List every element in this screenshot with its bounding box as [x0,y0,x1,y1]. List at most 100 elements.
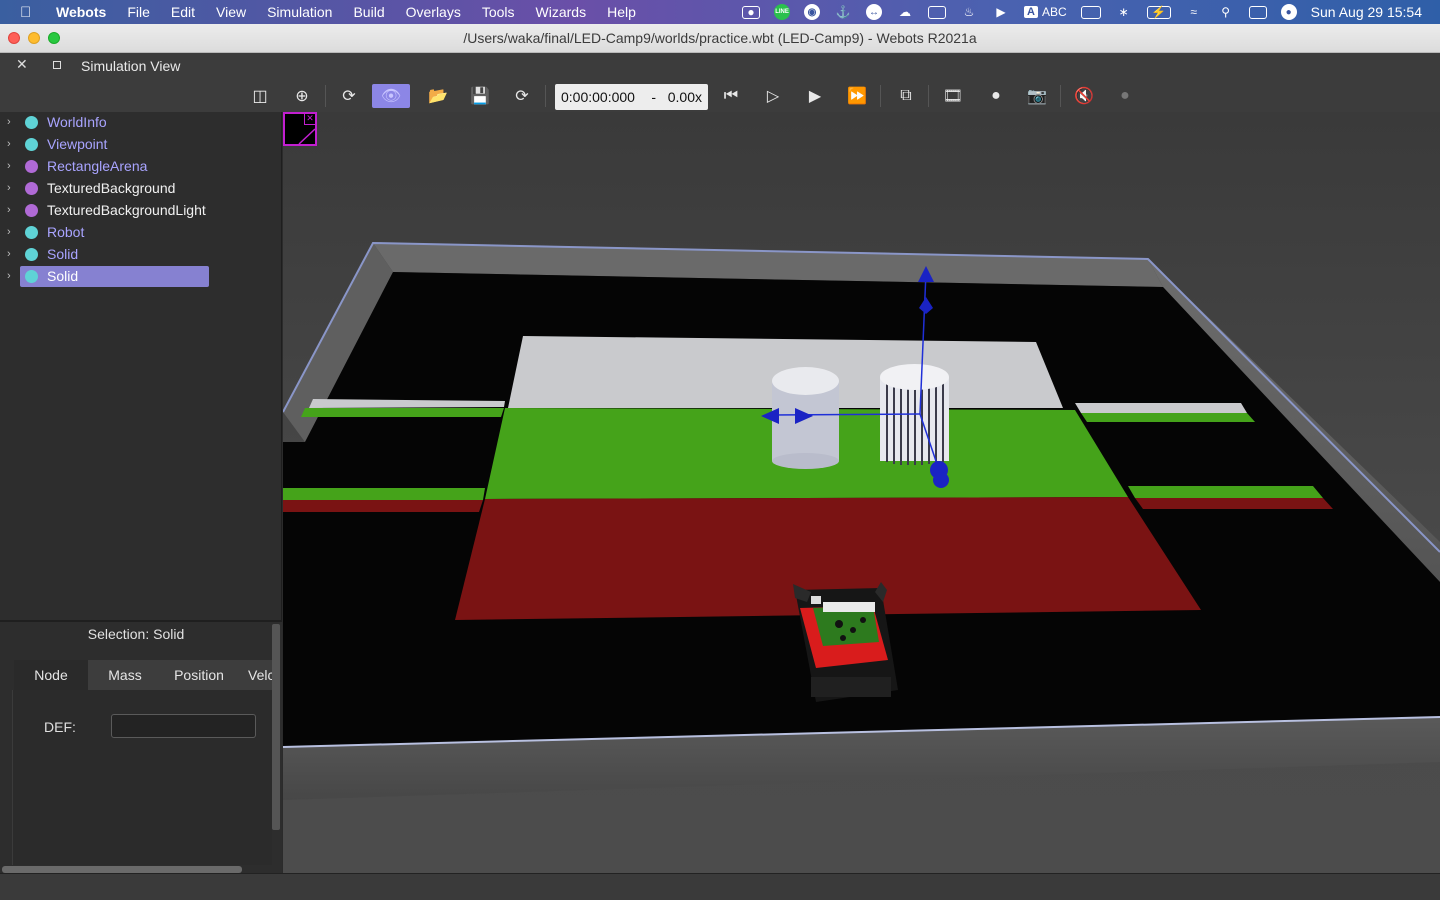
play-icon[interactable]: ▶ [992,5,1010,19]
scene-tree-item[interactable]: › Solid [0,244,282,265]
toolbar-separator [928,85,929,107]
record-movie-icon[interactable]: 🎞 [940,84,966,108]
menu-overlays[interactable]: Overlays [406,4,461,20]
scene-tree-item-label: Viewpoint [47,136,108,152]
left-green-line [301,408,504,417]
editor-horizontal-scrollbar[interactable] [2,866,242,873]
line-icon[interactable]: LINE [774,4,791,20]
left-green-line-lower [283,488,485,500]
mute-sound-icon[interactable]: 🔇 [1071,84,1097,108]
zoom-icon[interactable]: ● [742,5,761,19]
status-bar [0,873,1440,900]
battery-icon[interactable]: ⚡ [1146,5,1171,19]
node-dot-icon [25,138,38,151]
node-dot-icon [25,160,38,173]
scene-tree-item[interactable]: › RectangleArena [0,156,282,177]
tab-velocity[interactable]: Velc [236,660,272,690]
record-indicator-icon[interactable]: ● [1112,84,1138,108]
speed-value: 0.00x [667,89,702,105]
record-animation-icon[interactable]: ● [983,84,1009,108]
tab-mass[interactable]: Mass [88,660,162,690]
memory-icon[interactable] [1080,5,1101,19]
apple-menu-icon[interactable]:  [20,4,40,21]
right-red-line [1135,498,1333,509]
3d-scene [283,241,1440,800]
tab-position[interactable]: Position [162,660,236,690]
dock-title: Simulation View [81,58,181,74]
right-green-line-lower [1128,486,1323,498]
reset-viewpoint-icon[interactable]: ⟳ [336,84,362,108]
scene-tree-item[interactable]: › WorldInfo [0,112,282,133]
wifi-icon[interactable]: ≈ [1185,5,1203,19]
add-node-icon[interactable]: ⊕ [289,84,315,108]
def-input[interactable] [111,714,256,738]
menu-build[interactable]: Build [353,4,384,20]
menu-view[interactable]: View [216,4,246,20]
menu-wizards[interactable]: Wizards [536,4,587,20]
scene-tree-item[interactable]: › Robot [0,222,282,243]
timer-icon[interactable]: ◉ [804,4,821,20]
editor-vertical-scrollbar[interactable] [272,624,280,830]
simulation-time: 0:00:00:000 [561,89,635,105]
right-gray-line [1075,403,1247,413]
bluetooth-off-icon[interactable]: ∗ [1115,5,1133,19]
cloud-icon[interactable]: ☁ [896,5,914,19]
expand-chevron-icon[interactable]: › [7,112,11,133]
menu-help[interactable]: Help [607,4,636,20]
spotlight-search-icon[interactable]: ⚲ [1217,5,1235,19]
expand-chevron-icon[interactable]: › [7,244,11,265]
fast-forward-icon[interactable]: ⏩ [844,84,870,108]
window-title-bar: /Users/waka/final/LED-Camp9/worlds/pract… [0,24,1440,53]
expand-chevron-icon[interactable]: › [7,178,11,199]
camera-overlay[interactable]: ✕ [283,112,317,146]
expand-chevron-icon[interactable]: › [7,222,11,243]
scene-tree-item[interactable]: › TexturedBackgroundLight [0,200,282,221]
scene-tree-item-label: RectangleArena [47,158,148,174]
time-speed-separator: - [651,89,657,105]
menubar-clock[interactable]: Sun Aug 29 15:54 [1311,4,1422,20]
scene-tree-item-label: WorldInfo [47,114,107,130]
node-dot-icon [25,226,38,239]
scene-tree-item-label: TexturedBackgroundLight [47,202,206,218]
expand-chevron-icon[interactable]: › [7,266,11,287]
teamviewer-icon[interactable]: ↔ [866,4,883,20]
toggle-scene-tree-icon[interactable]: ◫ [247,84,273,108]
reset-simulation-icon[interactable]: ⏮ [718,84,744,108]
scene-tree-item[interactable]: › TexturedBackground [0,178,282,199]
save-world-icon[interactable]: 💾 [467,84,493,108]
scene-tree-item-selected[interactable]: › Solid [0,266,282,287]
expand-chevron-icon[interactable]: › [7,156,11,177]
scene-tree-item[interactable]: › Viewpoint [0,134,282,155]
rendering-toggle-icon[interactable]: ⧉ [893,84,919,108]
evernote-icon[interactable]: ♨ [960,5,978,19]
run-icon[interactable]: ▶ [802,84,828,108]
3d-simulation-view[interactable]: ✕ [283,112,1440,873]
toolbar-separator [325,85,326,107]
siri-icon[interactable]: ● [1280,4,1297,20]
control-center-icon[interactable] [1248,5,1267,19]
scene-tree-item-label: Robot [47,224,85,240]
window-title: /Users/waka/final/LED-Camp9/worlds/pract… [463,30,977,46]
expand-chevron-icon[interactable]: › [7,200,11,221]
docker-icon[interactable]: ⚓ [834,5,852,19]
app-menu-webots[interactable]: Webots [56,4,106,20]
open-world-icon[interactable]: 📂 [425,84,451,108]
step-icon[interactable]: ▷ [760,84,786,108]
field-editor-tabs: Node Mass Position Velc [14,660,272,690]
dock-close-icon[interactable]: ✕ [16,56,28,73]
dock-float-icon[interactable] [53,61,61,69]
tab-node[interactable]: Node [14,660,88,690]
view-menu-eye-icon[interactable]: 👁 [372,84,410,108]
menu-simulation[interactable]: Simulation [267,4,332,20]
reload-world-icon[interactable]: ⟳ [509,84,535,108]
simulation-speed: - 0.00x [651,84,702,110]
input-source-icon[interactable]: A ABC [1024,5,1067,19]
expand-chevron-icon[interactable]: › [7,134,11,155]
menu-edit[interactable]: Edit [171,4,195,20]
screenshot-camera-icon[interactable]: 📷 [1024,84,1050,108]
scene-tree: › WorldInfo › Viewpoint › RectangleArena… [0,112,282,620]
window-icon[interactable] [928,5,947,19]
menu-file[interactable]: File [127,4,150,20]
menu-tools[interactable]: Tools [482,4,515,20]
scene-tree-item-label: Solid [47,246,79,262]
